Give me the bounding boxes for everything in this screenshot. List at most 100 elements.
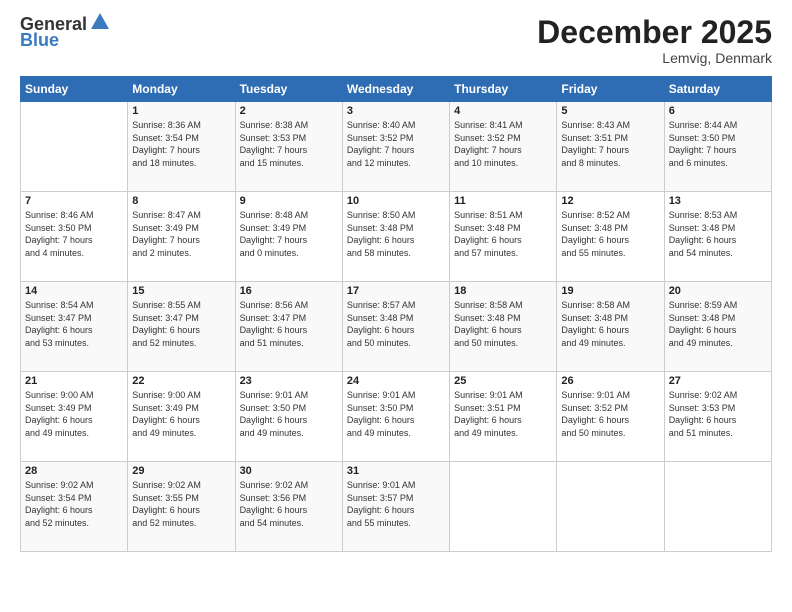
day-number: 16	[240, 285, 338, 297]
day-number: 27	[669, 375, 767, 387]
day-info: Sunrise: 8:52 AM Sunset: 3:48 PM Dayligh…	[561, 210, 630, 258]
day-info: Sunrise: 8:54 AM Sunset: 3:47 PM Dayligh…	[25, 300, 94, 348]
calendar-day-cell: 19Sunrise: 8:58 AM Sunset: 3:48 PM Dayli…	[557, 282, 664, 372]
day-info: Sunrise: 8:53 AM Sunset: 3:48 PM Dayligh…	[669, 210, 738, 258]
calendar-day-cell: 16 Sunrise: 8:56 AM Sunset: 3:47 PM Dayli…	[235, 282, 342, 372]
calendar-day-cell: 29 Sunrise: 9:02 AM Sunset: 3:55 PM Dayli…	[128, 462, 235, 552]
calendar-day-cell: 13 Sunrise: 8:53 AM Sunset: 3:48 PM Dayli…	[664, 192, 771, 282]
day-info: Sunrise: 9:00 AM Sunset: 3:49 PM Dayligh…	[25, 390, 94, 438]
calendar-day-cell: 26Sunrise: 9:01 AM Sunset: 3:52 PM Dayli…	[557, 372, 664, 462]
calendar-day-cell	[21, 102, 128, 192]
calendar-week-row: 14 Sunrise: 8:54 AM Sunset: 3:47 PM Dayli…	[21, 282, 772, 372]
day-number: 7	[25, 195, 123, 207]
day-number: 15	[132, 285, 230, 297]
day-number: 14	[25, 285, 123, 297]
calendar-day-cell: 17Sunrise: 8:57 AM Sunset: 3:48 PM Dayli…	[342, 282, 449, 372]
day-number: 4	[454, 105, 552, 117]
day-number: 24	[347, 375, 445, 387]
calendar-day-cell: 23 Sunrise: 9:01 AM Sunset: 3:50 PM Dayli…	[235, 372, 342, 462]
day-info: Sunrise: 8:57 AM Sunset: 3:48 PM Dayligh…	[347, 300, 416, 348]
page: General Blue December 2025 Lemvig, Denma…	[0, 0, 792, 612]
location-subtitle: Lemvig, Denmark	[537, 50, 772, 66]
day-of-week-header: Thursday	[450, 77, 557, 102]
calendar-day-cell: 28 Sunrise: 9:02 AM Sunset: 3:54 PM Dayli…	[21, 462, 128, 552]
day-number: 9	[240, 195, 338, 207]
calendar-week-row: 28 Sunrise: 9:02 AM Sunset: 3:54 PM Dayli…	[21, 462, 772, 552]
calendar-day-cell: 18 Sunrise: 8:58 AM Sunset: 3:48 PM Dayli…	[450, 282, 557, 372]
day-info: Sunrise: 8:43 AM Sunset: 3:51 PM Dayligh…	[561, 120, 630, 168]
calendar-day-cell: 25 Sunrise: 9:01 AM Sunset: 3:51 PM Dayli…	[450, 372, 557, 462]
calendar-day-cell: 3 Sunrise: 8:40 AM Sunset: 3:52 PM Daylig…	[342, 102, 449, 192]
calendar-day-cell: 11 Sunrise: 8:51 AM Sunset: 3:48 PM Dayli…	[450, 192, 557, 282]
day-info: Sunrise: 9:02 AM Sunset: 3:54 PM Dayligh…	[25, 480, 94, 528]
header: General Blue December 2025 Lemvig, Denma…	[20, 15, 772, 66]
day-number: 3	[347, 105, 445, 117]
day-number: 30	[240, 465, 338, 477]
day-number: 28	[25, 465, 123, 477]
day-info: Sunrise: 8:51 AM Sunset: 3:48 PM Dayligh…	[454, 210, 523, 258]
calendar-day-cell: 22 Sunrise: 9:00 AM Sunset: 3:49 PM Dayli…	[128, 372, 235, 462]
day-of-week-header: Saturday	[664, 77, 771, 102]
day-info: Sunrise: 9:01 AM Sunset: 3:57 PM Dayligh…	[347, 480, 416, 528]
calendar-day-cell: 4 Sunrise: 8:41 AM Sunset: 3:52 PM Daylig…	[450, 102, 557, 192]
calendar-day-cell: 12 Sunrise: 8:52 AM Sunset: 3:48 PM Dayli…	[557, 192, 664, 282]
day-number: 11	[454, 195, 552, 207]
day-number: 22	[132, 375, 230, 387]
day-number: 29	[132, 465, 230, 477]
day-info: Sunrise: 8:46 AM Sunset: 3:50 PM Dayligh…	[25, 210, 94, 258]
day-number: 1	[132, 105, 230, 117]
day-info: Sunrise: 8:58 AM Sunset: 3:48 PM Dayligh…	[454, 300, 523, 348]
calendar-day-cell: 14 Sunrise: 8:54 AM Sunset: 3:47 PM Dayli…	[21, 282, 128, 372]
day-number: 13	[669, 195, 767, 207]
day-of-week-header: Monday	[128, 77, 235, 102]
calendar-day-cell: 31Sunrise: 9:01 AM Sunset: 3:57 PM Dayli…	[342, 462, 449, 552]
day-number: 23	[240, 375, 338, 387]
day-of-week-header: Wednesday	[342, 77, 449, 102]
calendar-day-cell: 15 Sunrise: 8:55 AM Sunset: 3:47 PM Dayli…	[128, 282, 235, 372]
calendar-day-cell: 7 Sunrise: 8:46 AM Sunset: 3:50 PM Daylig…	[21, 192, 128, 282]
day-number: 25	[454, 375, 552, 387]
day-info: Sunrise: 9:01 AM Sunset: 3:52 PM Dayligh…	[561, 390, 630, 438]
calendar-header-row: SundayMondayTuesdayWednesdayThursdayFrid…	[21, 77, 772, 102]
day-info: Sunrise: 8:44 AM Sunset: 3:50 PM Dayligh…	[669, 120, 738, 168]
calendar-day-cell	[450, 462, 557, 552]
day-number: 5	[561, 105, 659, 117]
calendar-table: SundayMondayTuesdayWednesdayThursdayFrid…	[20, 76, 772, 552]
calendar-day-cell: 24Sunrise: 9:01 AM Sunset: 3:50 PM Dayli…	[342, 372, 449, 462]
day-info: Sunrise: 8:48 AM Sunset: 3:49 PM Dayligh…	[240, 210, 309, 258]
calendar-day-cell: 2Sunrise: 8:38 AM Sunset: 3:53 PM Daylig…	[235, 102, 342, 192]
day-of-week-header: Sunday	[21, 77, 128, 102]
calendar-week-row: 21 Sunrise: 9:00 AM Sunset: 3:49 PM Dayli…	[21, 372, 772, 462]
day-info: Sunrise: 9:02 AM Sunset: 3:53 PM Dayligh…	[669, 390, 738, 438]
day-info: Sunrise: 9:02 AM Sunset: 3:55 PM Dayligh…	[132, 480, 201, 528]
day-info: Sunrise: 9:02 AM Sunset: 3:56 PM Dayligh…	[240, 480, 309, 528]
calendar-day-cell: 27 Sunrise: 9:02 AM Sunset: 3:53 PM Dayli…	[664, 372, 771, 462]
day-info: Sunrise: 8:50 AM Sunset: 3:48 PM Dayligh…	[347, 210, 416, 258]
day-number: 18	[454, 285, 552, 297]
day-of-week-header: Tuesday	[235, 77, 342, 102]
day-number: 21	[25, 375, 123, 387]
day-info: Sunrise: 9:01 AM Sunset: 3:51 PM Dayligh…	[454, 390, 523, 438]
calendar-day-cell: 10 Sunrise: 8:50 AM Sunset: 3:48 PM Dayli…	[342, 192, 449, 282]
day-of-week-header: Friday	[557, 77, 664, 102]
day-info: Sunrise: 8:36 AM Sunset: 3:54 PM Dayligh…	[132, 120, 201, 168]
day-info: Sunrise: 9:00 AM Sunset: 3:49 PM Dayligh…	[132, 390, 201, 438]
day-info: Sunrise: 8:41 AM Sunset: 3:52 PM Dayligh…	[454, 120, 523, 168]
day-info: Sunrise: 8:40 AM Sunset: 3:52 PM Dayligh…	[347, 120, 416, 168]
day-info: Sunrise: 9:01 AM Sunset: 3:50 PM Dayligh…	[240, 390, 309, 438]
day-info: Sunrise: 8:55 AM Sunset: 3:47 PM Dayligh…	[132, 300, 201, 348]
day-info: Sunrise: 8:47 AM Sunset: 3:49 PM Dayligh…	[132, 210, 201, 258]
logo-icon	[89, 11, 111, 33]
calendar-day-cell: 9 Sunrise: 8:48 AM Sunset: 3:49 PM Daylig…	[235, 192, 342, 282]
day-info: Sunrise: 8:38 AM Sunset: 3:53 PM Dayligh…	[240, 120, 309, 168]
day-number: 10	[347, 195, 445, 207]
logo: General Blue	[20, 15, 111, 49]
day-info: Sunrise: 8:56 AM Sunset: 3:47 PM Dayligh…	[240, 300, 309, 348]
day-number: 6	[669, 105, 767, 117]
logo-blue: Blue	[20, 31, 59, 49]
day-number: 12	[561, 195, 659, 207]
calendar-week-row: 7 Sunrise: 8:46 AM Sunset: 3:50 PM Daylig…	[21, 192, 772, 282]
calendar-day-cell: 6 Sunrise: 8:44 AM Sunset: 3:50 PM Daylig…	[664, 102, 771, 192]
calendar-day-cell	[557, 462, 664, 552]
month-title: December 2025	[537, 15, 772, 50]
